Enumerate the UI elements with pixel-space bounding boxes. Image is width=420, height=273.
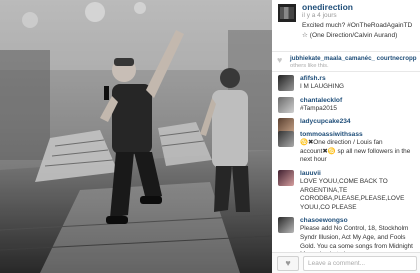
comment-text: LOVE YOUU,COME BACK TO ARGENTINA,TE CORO… [300,177,405,211]
avatar[interactable] [278,131,294,148]
comment-item: afifsh.rs I M LAUGHING [272,74,420,92]
comment-text: I M LAUGHING [300,83,345,90]
comment-item: lauuvii LOVE YOUU,COME BACK TO ARGENTINA… [272,169,420,212]
avatar[interactable] [278,4,296,22]
comment-username[interactable]: chantalecklof [300,96,418,105]
avatar[interactable] [278,169,294,186]
comment-username[interactable]: tommoassiwithsass [300,130,418,139]
comment-item: ladycupcake234 [272,117,420,135]
likers-list[interactable]: jubhiekate_maala_camanéc_ courtnecropp [290,55,417,62]
comment-bar: ♥ [272,252,420,273]
comment-username[interactable]: chasoewongso [300,216,418,225]
post-header: onedirection il y a 4 jours Excited much… [272,0,420,52]
comment-item: chasoewongso Please add No Control, 18, … [272,216,420,252]
comment-text: #Tampa2015 [300,104,337,112]
post-caption: Excited much? #OnTheRoadAgainTD ☆ (One D… [302,22,413,39]
avatar[interactable] [278,75,294,91]
like-button[interactable]: ♥ [277,256,299,271]
comment-username[interactable]: ladycupcake234 [300,117,418,126]
comment-input[interactable] [303,256,417,271]
comment-username[interactable]: lauuvii [300,169,418,178]
likers-suffix: others like this. [290,63,329,69]
likes-row: ♥ jubhiekate_maala_camanéc_ courtnecropp… [272,52,420,72]
avatar-image [280,7,294,19]
heart-icon: ♥ [285,258,291,268]
comment-list[interactable]: afifsh.rs I M LAUGHING chantalecklof #Ta… [272,74,420,252]
heart-icon: ♥ [277,55,283,65]
comment-text: ♋✖One direction / Louis fan account✖♋ sp… [300,139,411,164]
avatar[interactable] [278,96,294,113]
post-time: il y a 4 jours [302,12,337,19]
post-photo [0,0,272,273]
comment-item: tommoassiwithsass ♋✖One direction / Loui… [272,130,420,165]
comment-text: Please add No Control, 18, Stockholm Syn… [300,225,413,252]
avatar[interactable] [278,217,294,234]
post-username[interactable]: onedirection [302,2,353,12]
comment-item: chantalecklof #Tampa2015 [272,96,420,114]
post-sidebar: onedirection il y a 4 jours Excited much… [272,0,420,273]
comment-username[interactable]: afifsh.rs [300,74,418,83]
